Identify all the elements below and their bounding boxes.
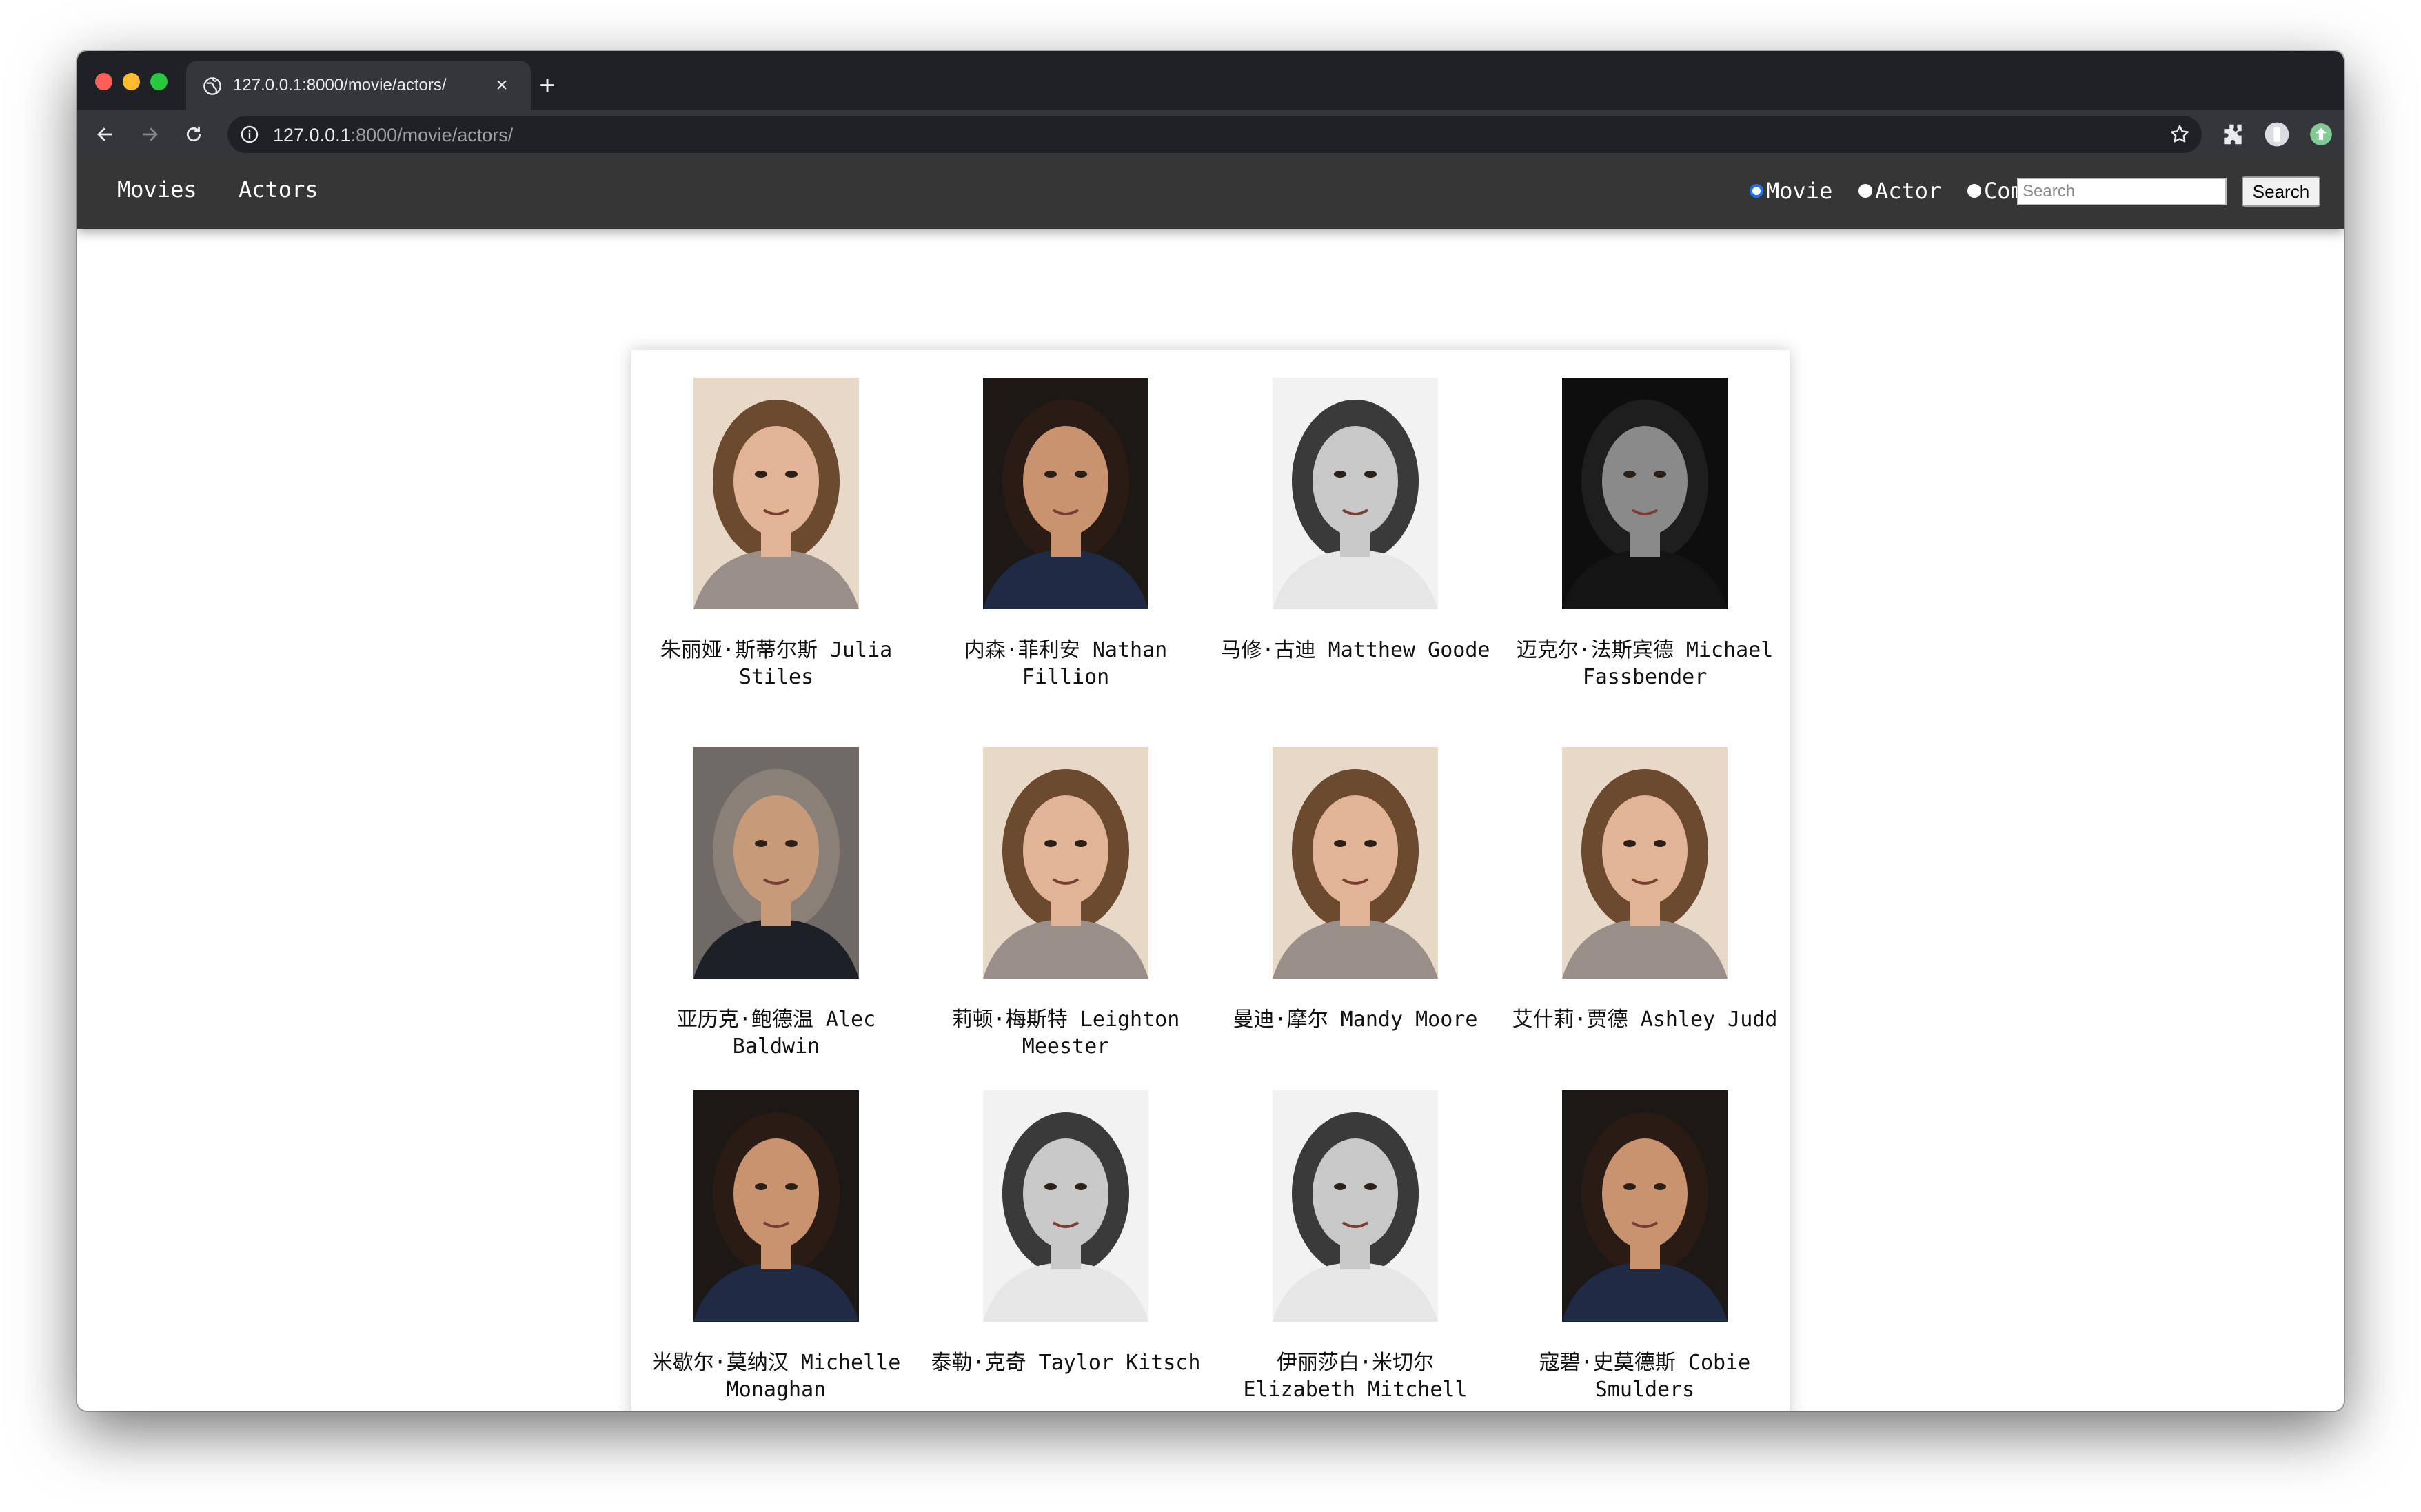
window-minimize-button[interactable] [123, 73, 140, 90]
actor-card[interactable]: 亚历克·鲍德温 Alec Baldwin [631, 747, 921, 1060]
portrait-image [983, 747, 1148, 979]
forward-button[interactable] [134, 119, 165, 150]
extensions-puzzle-icon[interactable] [2220, 121, 2246, 147]
radio-actor-label: Actor [1875, 178, 1942, 204]
actor-photo[interactable] [983, 378, 1148, 609]
actor-name[interactable]: 寇碧·史莫德斯 Cobie Smulders [1500, 1349, 1790, 1403]
url-text: 127.0.0.1:8000/movie/actors/ [273, 125, 513, 146]
back-button[interactable] [90, 119, 121, 150]
actor-photo[interactable] [693, 747, 859, 979]
tab-strip: 127.0.0.1:8000/movie/actors/ × + [77, 51, 2344, 110]
actor-name[interactable]: 迈克尔·法斯宾德 Michael Fassbender [1500, 637, 1790, 691]
portrait-image [693, 378, 859, 609]
site-navbar: Movies Actors Movie Actor Comment Search [77, 159, 2344, 229]
actor-photo[interactable] [1562, 378, 1728, 609]
actors-panel: 朱丽娅·斯蒂尔斯 Julia Stiles 内森·菲利安 Nathan Filli… [631, 350, 1790, 1411]
portrait-image [1273, 747, 1438, 979]
actor-photo[interactable] [1562, 747, 1728, 979]
actor-card[interactable]: 泰勒·克奇 Taylor Kitsch [921, 1090, 1210, 1376]
radio-movie-label: Movie [1766, 178, 1833, 204]
actor-photo[interactable] [693, 1090, 859, 1322]
actor-card[interactable]: 内森·菲利安 Nathan Fillion [921, 378, 1210, 691]
reload-icon [186, 126, 201, 142]
actor-name[interactable]: 泰勒·克奇 Taylor Kitsch [921, 1349, 1210, 1376]
portrait-image [1562, 378, 1728, 609]
portrait-image [1562, 1090, 1728, 1322]
actor-photo[interactable] [693, 378, 859, 609]
actor-card[interactable]: 马修·古迪 Matthew Goode [1210, 378, 1500, 664]
search-option-movie[interactable]: Movie [1750, 178, 1832, 204]
actor-photo[interactable] [1273, 747, 1438, 979]
update-icon[interactable] [2308, 121, 2334, 147]
browser-toolbar: 127.0.0.1:8000/movie/actors/ [77, 110, 2344, 159]
actor-card[interactable]: 曼迪·摩尔 Mandy Moore [1210, 747, 1500, 1033]
search-button[interactable]: Search [2242, 176, 2320, 207]
actor-name[interactable]: 米歇尔·莫纳汉 Michelle Monaghan [631, 1349, 921, 1403]
actor-photo[interactable] [1273, 378, 1438, 609]
portrait-image [1273, 1090, 1438, 1322]
actor-photo[interactable] [1273, 1090, 1438, 1322]
search-option-actor[interactable]: Actor [1858, 178, 1941, 204]
actor-name[interactable]: 马修·古迪 Matthew Goode [1210, 637, 1500, 664]
nav-link-movies[interactable]: Movies [117, 176, 197, 203]
arrow-right-icon [143, 127, 158, 141]
actor-card[interactable]: 寇碧·史莫德斯 Cobie Smulders [1500, 1090, 1790, 1403]
bookmark-star-icon[interactable] [2169, 123, 2191, 145]
actor-card[interactable]: 米歇尔·莫纳汉 Michelle Monaghan [631, 1090, 921, 1403]
actor-card[interactable]: 朱丽娅·斯蒂尔斯 Julia Stiles [631, 378, 921, 691]
url-host: 127.0.0.1 [273, 125, 351, 145]
actor-card[interactable]: 迈克尔·法斯宾德 Michael Fassbender [1500, 378, 1790, 691]
portrait-image [1562, 747, 1728, 979]
portrait-image [693, 1090, 859, 1322]
actor-photo[interactable] [983, 747, 1148, 979]
info-icon[interactable] [240, 125, 259, 144]
globe-icon [203, 77, 221, 95]
tab-title: 127.0.0.1:8000/movie/actors/ [233, 76, 447, 94]
actor-name[interactable]: 内森·菲利安 Nathan Fillion [921, 637, 1210, 691]
actor-name[interactable]: 莉顿·梅斯特 Leighton Meester [921, 1006, 1210, 1060]
arrow-left-icon [97, 127, 112, 141]
page-viewport: Movies Actors Movie Actor Comment Search… [77, 159, 2344, 1411]
actor-name[interactable]: 伊丽莎白·米切尔 Elizabeth Mitchell [1210, 1349, 1500, 1403]
tab-close-icon[interactable]: × [489, 73, 514, 98]
actor-photo[interactable] [983, 1090, 1148, 1322]
window-close-button[interactable] [95, 73, 112, 90]
url-path: :8000/movie/actors/ [350, 125, 514, 145]
actor-name[interactable]: 朱丽娅·斯蒂尔斯 Julia Stiles [631, 637, 921, 691]
radio-movie[interactable] [1750, 184, 1763, 198]
reload-button[interactable] [178, 119, 210, 150]
profile-avatar-icon[interactable] [2264, 121, 2290, 147]
browser-window: 127.0.0.1:8000/movie/actors/ × + 127.0.0… [77, 51, 2344, 1411]
search-input[interactable] [2017, 178, 2227, 205]
window-maximize-button[interactable] [150, 73, 168, 90]
actor-name[interactable]: 曼迪·摩尔 Mandy Moore [1210, 1006, 1500, 1033]
portrait-image [983, 378, 1148, 609]
actor-photo[interactable] [1562, 1090, 1728, 1322]
portrait-image [983, 1090, 1148, 1322]
new-tab-button[interactable]: + [532, 70, 563, 101]
nav-link-actors[interactable]: Actors [239, 176, 318, 203]
portrait-image [693, 747, 859, 979]
actor-name[interactable]: 亚历克·鲍德温 Alec Baldwin [631, 1006, 921, 1060]
actor-name[interactable]: 艾什莉·贾德 Ashley Judd [1500, 1006, 1790, 1033]
address-bar[interactable]: 127.0.0.1:8000/movie/actors/ [227, 116, 2202, 153]
radio-comment[interactable] [1967, 184, 1981, 198]
portrait-image [1273, 378, 1438, 609]
actor-card[interactable]: 莉顿·梅斯特 Leighton Meester [921, 747, 1210, 1060]
actor-card[interactable]: 伊丽莎白·米切尔 Elizabeth Mitchell [1210, 1090, 1500, 1403]
radio-actor[interactable] [1858, 184, 1872, 198]
browser-tab[interactable]: 127.0.0.1:8000/movie/actors/ × [186, 61, 531, 110]
actor-card[interactable]: 艾什莉·贾德 Ashley Judd [1500, 747, 1790, 1033]
